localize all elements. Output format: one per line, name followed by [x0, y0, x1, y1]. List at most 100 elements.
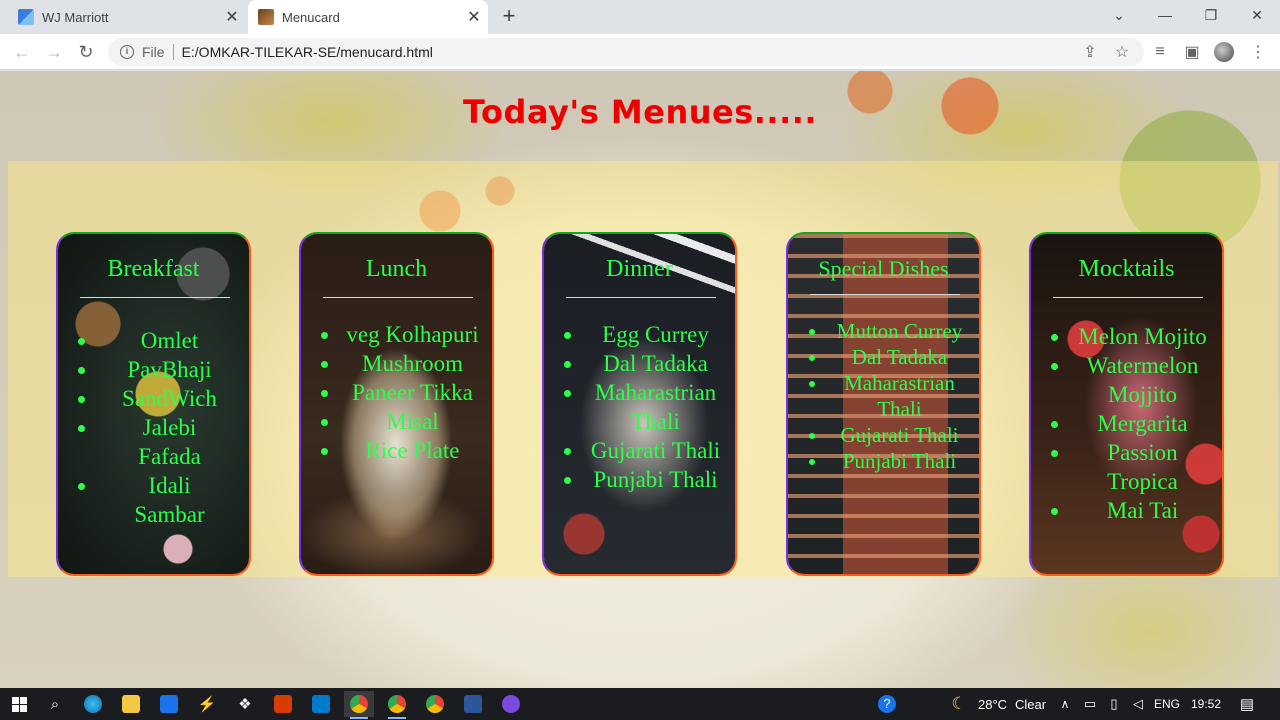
list-item: Idali — [98, 471, 241, 500]
list-item: Omlet — [98, 326, 241, 355]
card-item-list: Omlet PavBhaji SandWich Jalebi Fafada Id… — [58, 326, 249, 529]
language-indicator[interactable]: ENG — [1154, 688, 1180, 720]
chrome-profile-icon[interactable] — [382, 691, 412, 719]
clock-time[interactable]: 19:52 — [1191, 688, 1221, 720]
lightning-app-icon[interactable]: ⚡ — [192, 691, 222, 717]
list-item: Rice Plate — [341, 436, 484, 465]
list-item: Gujarati Thali — [828, 422, 971, 448]
browser-toolbar: ← → ↻ i File E:/OMKAR-TILEKAR-SE/menucar… — [0, 34, 1280, 70]
list-item: Fafada — [138, 444, 201, 469]
list-item: Misal — [341, 407, 484, 436]
tab-search-icon[interactable]: ⌄ — [1096, 0, 1142, 30]
menu-kebab-icon[interactable]: ⋮ — [1246, 40, 1270, 64]
list-item: Dal Tadaka — [584, 349, 727, 378]
github-icon[interactable] — [496, 691, 526, 717]
forward-icon[interactable]: → — [40, 38, 68, 66]
card-divider — [810, 294, 960, 295]
share-icon[interactable]: ⇪ — [1078, 40, 1102, 64]
list-item: Jalebi — [98, 413, 241, 442]
bookmark-star-icon[interactable]: ☆ — [1110, 40, 1134, 64]
minimize-button[interactable]: — — [1142, 0, 1188, 30]
page-heading: Today's Menues..... — [462, 93, 818, 131]
address-bar[interactable]: i File E:/OMKAR-TILEKAR-SE/menucard.html — [108, 38, 1144, 66]
menu-card-lunch: Lunch veg Kolhapuri Mushroom Paneer Tikk… — [299, 232, 494, 576]
card-title: Breakfast — [107, 256, 200, 282]
tab-strip: WJ Marriott ✕ Menucard ✕ + ⌄ — ❐ ✕ — [0, 0, 1280, 34]
tab-title: Menucard — [282, 9, 340, 25]
search-icon[interactable]: ⌕ — [40, 691, 70, 717]
close-tab-icon[interactable]: ✕ — [218, 7, 246, 27]
profile-avatar-icon[interactable] — [1212, 40, 1236, 64]
list-item: Melon Mojito — [1071, 322, 1214, 351]
card-item-list: veg Kolhapuri Mushroom Paneer Tikka Misa… — [301, 320, 492, 465]
card-divider — [1053, 297, 1203, 298]
card-divider — [80, 297, 230, 298]
weather-condition[interactable]: Clear — [1015, 688, 1046, 720]
list-item: Watermelon Mojjito — [1071, 351, 1214, 409]
windows-taskbar: ⌕ ⚡ ❖ ? ☾ 28°C Clear ∧ ▭ ▯ ◁ ENG 19:52 ▤ — [0, 688, 1280, 720]
list-item: Gujarati Thali — [584, 436, 727, 465]
menu-card-mocktails: Mocktails Melon Mojito Watermelon Mojjit… — [1029, 232, 1224, 576]
help-icon[interactable]: ? — [872, 691, 902, 717]
site-info-icon[interactable]: i — [120, 45, 134, 59]
list-item: Mushroom — [341, 349, 484, 378]
menu-card-special-dishes: Special Dishes Mutton Currey Dal Tadaka … — [786, 232, 981, 576]
word-icon[interactable] — [458, 691, 488, 717]
close-window-button[interactable]: ✕ — [1234, 0, 1280, 30]
office-icon[interactable] — [268, 691, 298, 717]
marriott-favicon-icon — [18, 9, 34, 25]
chrome-icon[interactable] — [344, 691, 374, 719]
edge-browser-icon[interactable] — [78, 691, 108, 717]
menu-card-breakfast: Breakfast Omlet PavBhaji SandWich Jalebi… — [56, 232, 251, 576]
card-item-list: Melon Mojito Watermelon Mojjito Mergarit… — [1031, 322, 1222, 525]
reload-icon[interactable]: ↻ — [72, 38, 100, 66]
file-explorer-icon[interactable] — [116, 691, 146, 717]
menucard-favicon-icon — [258, 9, 274, 25]
close-tab-icon[interactable]: ✕ — [460, 7, 488, 27]
card-divider — [566, 297, 716, 298]
list-item: Mergarita — [1071, 409, 1214, 438]
card-title: Special Dishes — [818, 256, 949, 281]
list-item: Sambar — [134, 502, 205, 527]
tab-menucard[interactable]: Menucard ✕ — [248, 0, 488, 34]
vscode-icon[interactable] — [306, 691, 336, 717]
dropbox-icon[interactable]: ❖ — [230, 691, 260, 717]
tab-title: WJ Marriott — [42, 9, 109, 25]
weather-moon-icon[interactable]: ☾ — [944, 691, 974, 717]
list-item: Maharastrian Thali — [584, 378, 727, 436]
mail-icon[interactable] — [154, 691, 184, 717]
back-icon[interactable]: ← — [8, 38, 36, 66]
weather-temperature[interactable]: 28°C — [978, 688, 1007, 720]
windows-start-icon[interactable] — [4, 691, 34, 717]
list-item: Dal Tadaka — [828, 344, 971, 370]
card-title: Dinner — [606, 256, 673, 282]
list-item: Paneer Tikka — [341, 378, 484, 407]
page-viewport: Today's Menues..... Breakfast Omlet PavB… — [0, 71, 1280, 688]
media-control-icon[interactable]: ≡ — [1148, 40, 1172, 64]
list-item: Punjabi Thali — [584, 465, 727, 494]
list-item: Egg Currey — [584, 320, 727, 349]
list-item: Maharastrian Thali — [828, 370, 971, 422]
chrome-secondary-icon[interactable] — [420, 691, 450, 717]
url-separator — [172, 44, 174, 60]
list-item: Punjabi Thali — [828, 448, 971, 474]
list-item: SandWich — [98, 384, 241, 413]
list-item: Passion Tropica — [1071, 438, 1214, 496]
card-item-list: Mutton Currey Dal Tadaka Maharastrian Th… — [788, 318, 979, 474]
tab-wj-marriott[interactable]: WJ Marriott ✕ — [8, 0, 246, 34]
list-item: Mai Tai — [1071, 496, 1214, 525]
notifications-icon[interactable]: ▤ — [1232, 691, 1262, 717]
card-divider — [323, 297, 473, 298]
volume-icon[interactable]: ◁ — [1123, 691, 1153, 717]
list-item: PavBhaji — [98, 355, 241, 384]
card-item-list: Egg Currey Dal Tadaka Maharastrian Thali… — [544, 320, 735, 494]
side-panel-icon[interactable]: ▣ — [1180, 40, 1204, 64]
list-item: Mutton Currey — [828, 318, 971, 344]
url-scheme: File — [142, 44, 165, 60]
list-item: veg Kolhapuri — [341, 320, 484, 349]
restore-button[interactable]: ❐ — [1188, 0, 1234, 30]
url-text[interactable]: E:/OMKAR-TILEKAR-SE/menucard.html — [182, 44, 433, 60]
card-title: Mocktails — [1078, 256, 1175, 282]
menu-card-dinner: Dinner Egg Currey Dal Tadaka Maharastria… — [542, 232, 737, 576]
new-tab-button[interactable]: + — [496, 4, 522, 30]
